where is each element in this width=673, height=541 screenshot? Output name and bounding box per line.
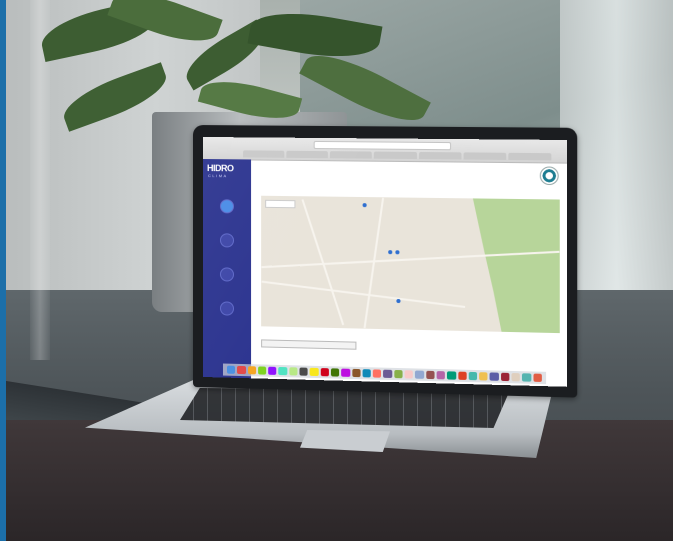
edge-accent-strip xyxy=(0,0,6,541)
sidebar-item-map[interactable] xyxy=(203,199,251,216)
dock-app-icon[interactable] xyxy=(341,368,350,377)
app-logo-subtitle: CLIMA xyxy=(207,173,228,179)
browser-tabs xyxy=(243,150,552,161)
map-icon xyxy=(219,199,234,214)
park-area xyxy=(450,198,560,333)
browser-tab[interactable] xyxy=(330,151,373,159)
dock-app-icon[interactable] xyxy=(500,372,510,382)
dock-app-icon[interactable] xyxy=(468,371,478,381)
dock-app-icon[interactable] xyxy=(226,365,236,374)
laptop-screen: HIDRO CLIMA xyxy=(203,137,568,387)
address-bar[interactable] xyxy=(313,140,452,151)
dock-app-icon[interactable] xyxy=(383,369,393,379)
map-view[interactable] xyxy=(261,195,560,334)
map-road xyxy=(261,280,466,308)
dock-app-icon[interactable] xyxy=(362,369,371,378)
station-marker[interactable] xyxy=(395,250,400,255)
dock-app-icon[interactable] xyxy=(299,367,308,376)
browser-tab[interactable] xyxy=(286,150,329,159)
dock-app-icon[interactable] xyxy=(447,371,456,380)
dock-app-icon[interactable] xyxy=(457,371,467,380)
app-sidebar: HIDRO CLIMA xyxy=(203,159,252,379)
dock-app-icon[interactable] xyxy=(489,372,499,381)
chart-icon xyxy=(219,233,234,248)
photo-scene: HIDRO CLIMA xyxy=(0,0,673,541)
map-road xyxy=(363,197,385,329)
browser-tab[interactable] xyxy=(508,152,552,161)
browser-toolbar xyxy=(203,137,568,164)
dock-app-icon[interactable] xyxy=(247,366,256,375)
dock-app-icon[interactable] xyxy=(289,367,298,376)
station-icon xyxy=(219,301,234,316)
dock-app-icon[interactable] xyxy=(533,373,542,382)
station-select[interactable] xyxy=(261,339,357,350)
app-logo: HIDRO xyxy=(206,163,234,174)
dock-app-icon[interactable] xyxy=(425,370,435,380)
browser-tab[interactable] xyxy=(243,150,285,158)
dock-app-icon[interactable] xyxy=(479,372,488,381)
dock-app-icon[interactable] xyxy=(372,369,382,378)
browser-tab[interactable] xyxy=(463,152,507,160)
map-type-toggle[interactable] xyxy=(265,199,296,209)
dock-app-icon[interactable] xyxy=(351,368,361,378)
dock-app-icon[interactable] xyxy=(309,367,319,377)
dock-app-icon[interactable] xyxy=(404,370,414,379)
dock-app-icon[interactable] xyxy=(522,373,531,382)
browser-tab[interactable] xyxy=(418,151,462,160)
station-marker[interactable] xyxy=(388,250,393,255)
data-icon xyxy=(219,267,234,282)
dock-app-icon[interactable] xyxy=(511,372,521,382)
dock-app-icon[interactable] xyxy=(320,368,329,377)
station-marker[interactable] xyxy=(396,298,401,304)
station-marker[interactable] xyxy=(362,203,367,208)
sidebar-item-stations[interactable] xyxy=(203,301,251,318)
sidebar-item-data[interactable] xyxy=(203,267,251,284)
dock-app-icon[interactable] xyxy=(330,368,340,377)
dock-app-icon[interactable] xyxy=(268,366,277,375)
dock-app-icon[interactable] xyxy=(394,369,403,379)
dock-app-icon[interactable] xyxy=(415,370,424,379)
dock-app-icon[interactable] xyxy=(436,371,446,380)
browser-tab[interactable] xyxy=(374,151,417,160)
dock-app-icon[interactable] xyxy=(257,366,267,375)
sidebar-item-charts[interactable] xyxy=(203,233,251,250)
dock-app-icon[interactable] xyxy=(278,366,288,376)
dock-app-icon[interactable] xyxy=(237,365,246,375)
org-seal-icon xyxy=(539,166,559,186)
